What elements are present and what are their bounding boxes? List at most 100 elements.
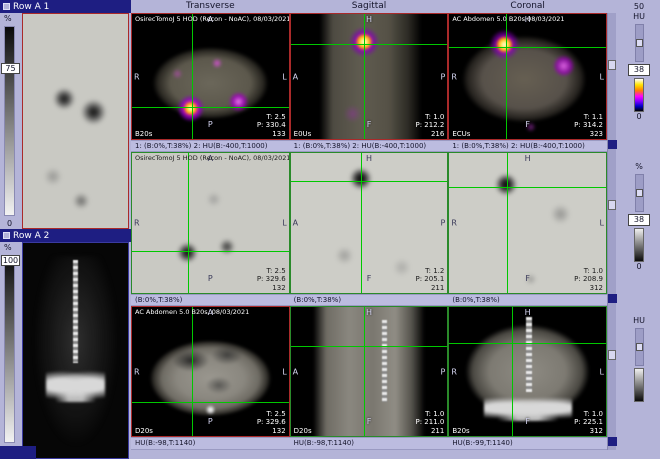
viewport-nm-sagittal[interactable]: H A P F T: 1.2 P: 205.1 211 — [289, 152, 449, 294]
orientation-label-top: H — [524, 308, 531, 317]
row-a1-gray-colorbar — [4, 26, 15, 216]
reference-panel-row-a2: Row A 2 % 100 0 — [0, 229, 131, 459]
crosshair-vertical[interactable] — [505, 14, 507, 139]
viewport-ct-transverse[interactable]: AC Abdomen 5.0 B20s, 08/03/2021 A R L P … — [131, 306, 290, 437]
crosshair-vertical[interactable] — [191, 307, 193, 436]
panel-icon — [3, 232, 10, 239]
slice-readout: T: 2.5 P: 329.6 — [256, 267, 286, 283]
window-settings-text: (B:0%,T:38%) — [293, 296, 342, 304]
threshold-value-field[interactable]: 38 — [628, 64, 650, 76]
scroll-thumb[interactable] — [608, 60, 616, 70]
crosshair-horizontal[interactable] — [290, 44, 448, 45]
window-settings-text: (B:0%,T:38%) — [135, 296, 183, 304]
slice-readout: T: 2.5 P: 330.4 — [256, 113, 286, 129]
viewport-ct-coronal[interactable]: H R L F T: 1.0 P: 225.1 B20s 312 — [448, 306, 608, 437]
scroll-thumb[interactable] — [608, 350, 616, 360]
viewport-nm-coronal[interactable]: H R L F T: 1.0 P: 208.9 312 — [448, 152, 608, 294]
window-settings-text: HU(B:-98,T:1140) — [293, 439, 355, 447]
scroll-thumb[interactable] — [608, 200, 616, 210]
kernel-label: B20s — [135, 130, 153, 138]
series-description: OsirecTomoJ 5 HOD (Recon - NoAC), 08/03/… — [135, 154, 290, 162]
kernel-label: ECUs — [452, 130, 471, 138]
window-settings-text: (B:0%,T:38%) — [452, 296, 500, 304]
crosshair-vertical[interactable] — [507, 153, 509, 293]
crosshair-horizontal[interactable] — [449, 343, 607, 345]
frame-number: 216 — [430, 130, 445, 138]
threshold-slider[interactable] — [634, 174, 644, 212]
scroll-end-marker — [608, 294, 617, 303]
threshold-value-field[interactable]: 38 — [628, 214, 650, 226]
crosshair-vertical[interactable] — [364, 14, 366, 139]
row-a2-ct-coronal-viewport[interactable] — [22, 242, 129, 459]
row-a1-unit-label: % — [4, 14, 12, 23]
orientation-label-left: R — [451, 367, 457, 376]
slice-readout: T: 1.1 P: 314.2 — [574, 113, 604, 129]
viewport-nm-transverse[interactable]: OsirecTomoJ 5 HOD (Recon - NoAC), 08/03/… — [131, 152, 290, 294]
crosshair-horizontal[interactable] — [449, 46, 607, 48]
orientation-label-top: H — [365, 154, 373, 163]
crosshair-horizontal[interactable] — [449, 186, 607, 188]
series-description: AC Abdomen 5.0 B20s, 08/03/2021 — [135, 308, 250, 316]
fused-display-controls: 50 HU 38 0 — [620, 2, 658, 122]
crosshair-vertical[interactable] — [361, 153, 363, 293]
gray-colorbar — [634, 368, 644, 402]
main-image-grid: Transverse Sagittal Coronal OsirecTomoJ … — [131, 0, 608, 459]
orientation-label-top: H — [365, 308, 373, 317]
orientation-label-bottom: F — [366, 417, 372, 426]
row-a2-upper-threshold-field[interactable]: 100 — [1, 255, 20, 266]
orientation-label-left: R — [134, 72, 140, 81]
nih-colorbar — [634, 78, 644, 112]
slice-readout: T: 1.0 P: 225.1 — [574, 410, 604, 426]
nm-display-controls: % 38 0 — [620, 162, 658, 272]
slice-scrollbar[interactable] — [607, 13, 617, 450]
orientation-label-bottom: F — [525, 274, 530, 283]
frame-number: 323 — [589, 130, 604, 138]
orientation-label-left: A — [292, 218, 299, 228]
slider-thumb[interactable] — [635, 39, 643, 48]
row-a1-titlebar[interactable]: Row A 1 — [0, 0, 131, 13]
orientation-label-right: P — [440, 72, 446, 81]
crosshair-vertical[interactable] — [364, 307, 366, 436]
crosshair-vertical[interactable] — [188, 153, 190, 293]
crosshair-vertical[interactable] — [512, 307, 513, 436]
viewport-fused-transverse[interactable]: OsirecTomoJ 5 HOD (Recon - NoAC), 08/03/… — [131, 13, 290, 140]
orientation-label-right: L — [599, 218, 605, 228]
frame-number: 132 — [272, 284, 286, 292]
orientation-label-right: L — [599, 367, 605, 376]
frame-number: 312 — [589, 427, 604, 435]
threshold-slider[interactable] — [634, 24, 644, 62]
orientation-label-left: R — [134, 218, 140, 228]
scroll-end-marker — [608, 437, 617, 446]
viewport-ct-sagittal[interactable]: H A P F T: 1.0 P: 211.0 D20s 211 — [289, 306, 449, 437]
gray-colorbar — [634, 228, 644, 262]
threshold-slider[interactable] — [634, 328, 644, 366]
series-description: AC Abdomen 5.0 B20s 08/03/2021 — [452, 15, 565, 23]
row-a1-nm-coronal-viewport[interactable] — [22, 13, 129, 229]
viewport-fused-sagittal[interactable]: H A P F T: 1.0 P: 212.2 E0Us 216 — [289, 13, 449, 140]
viewport-fused-coronal[interactable]: AC Abdomen 5.0 B20s 08/03/2021 H R L F T… — [448, 13, 608, 140]
orientation-label-bottom: P — [207, 120, 213, 129]
slider-thumb[interactable] — [635, 189, 643, 198]
slice-readout: T: 1.0 P: 208.9 — [574, 267, 604, 283]
orientation-label-bottom: F — [366, 274, 372, 283]
row-a1-upper-threshold-field[interactable]: 75 — [1, 63, 20, 74]
slice-readout: T: 1.2 P: 205.1 — [415, 267, 445, 283]
orientation-label-left: R — [134, 367, 140, 376]
crosshair-horizontal[interactable] — [132, 251, 289, 252]
orientation-label-top: H — [524, 154, 531, 163]
kernel-label: D20s — [293, 427, 312, 435]
frame-number: 312 — [589, 284, 604, 292]
crosshair-vertical[interactable] — [191, 14, 193, 139]
slider-thumb[interactable] — [635, 343, 643, 352]
ct-spine-structure — [381, 319, 387, 403]
fused-image-row: OsirecTomoJ 5 HOD (Recon - NoAC), 08/03/… — [131, 13, 608, 140]
row-a2-titlebar[interactable]: Row A 2 — [0, 229, 131, 242]
orientation-label-top: H — [365, 15, 373, 24]
crosshair-horizontal[interactable] — [132, 106, 289, 108]
left-reference-sidebar: Row A 1 % 75 0 Row A 2 % 100 0 — [0, 0, 131, 459]
crosshair-horizontal[interactable] — [132, 402, 289, 404]
frame-number: 133 — [272, 130, 286, 138]
crosshair-horizontal[interactable] — [290, 345, 448, 347]
frame-number: 211 — [430, 427, 445, 435]
crosshair-horizontal[interactable] — [290, 181, 448, 182]
